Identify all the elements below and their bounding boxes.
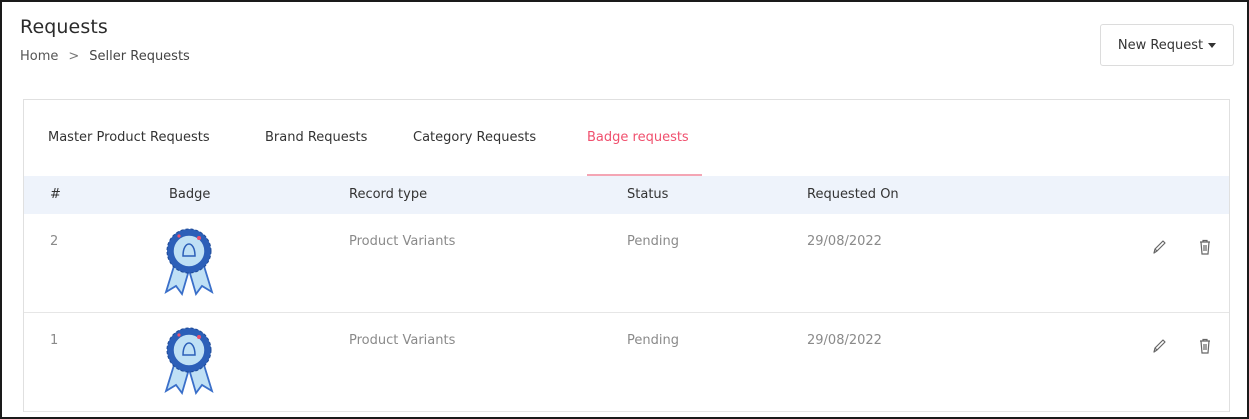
column-header-status: Status — [627, 187, 669, 202]
tab-badge-requests[interactable]: Badge requests — [587, 130, 689, 145]
breadcrumb: Home > Seller Requests — [20, 49, 190, 64]
row-id: 2 — [50, 234, 59, 249]
table-header: # Badge Record type Status Requested On — [24, 176, 1229, 214]
breadcrumb-current: Seller Requests — [89, 49, 190, 64]
page-frame: Requests Home > Seller Requests New Requ… — [0, 0, 1249, 419]
new-request-button[interactable]: New Request — [1100, 24, 1234, 66]
row-status: Pending — [627, 234, 679, 249]
page-title: Requests — [20, 16, 108, 38]
column-header-record-type: Record type — [349, 187, 428, 202]
pencil-icon[interactable] — [1151, 238, 1167, 256]
column-header-number: # — [50, 187, 61, 202]
tab-master-product-requests[interactable]: Master Product Requests — [48, 130, 210, 145]
award-ribbon-icon — [164, 228, 214, 296]
request-tabs: Master Product Requests Brand Requests C… — [24, 100, 1229, 176]
tab-brand-requests[interactable]: Brand Requests — [265, 130, 367, 145]
page-header: Requests Home > Seller Requests — [20, 16, 190, 64]
new-request-label: New Request — [1117, 37, 1204, 53]
tab-category-requests[interactable]: Category Requests — [413, 130, 536, 145]
row-requested-on: 29/08/2022 — [807, 234, 882, 249]
row-requested-on: 29/08/2022 — [807, 333, 882, 348]
column-header-requested-on: Requested On — [807, 187, 899, 202]
table-row: 2 Product Variants Pending 29/08/2022 — [24, 214, 1229, 313]
pencil-icon[interactable] — [1151, 337, 1167, 355]
trash-icon[interactable] — [1197, 238, 1213, 256]
caret-down-icon — [1208, 42, 1217, 48]
row-record-type: Product Variants — [349, 333, 456, 348]
row-status: Pending — [627, 333, 679, 348]
award-ribbon-icon — [164, 327, 214, 395]
column-header-badge: Badge — [169, 187, 211, 202]
trash-icon[interactable] — [1197, 337, 1213, 355]
table-row: 1 Product Variants Pending 29/08/2022 — [24, 313, 1229, 412]
row-id: 1 — [50, 333, 59, 348]
breadcrumb-home-link[interactable]: Home — [20, 49, 58, 64]
requests-card: Master Product Requests Brand Requests C… — [23, 99, 1230, 412]
breadcrumb-separator: > — [68, 49, 80, 64]
row-record-type: Product Variants — [349, 234, 456, 249]
